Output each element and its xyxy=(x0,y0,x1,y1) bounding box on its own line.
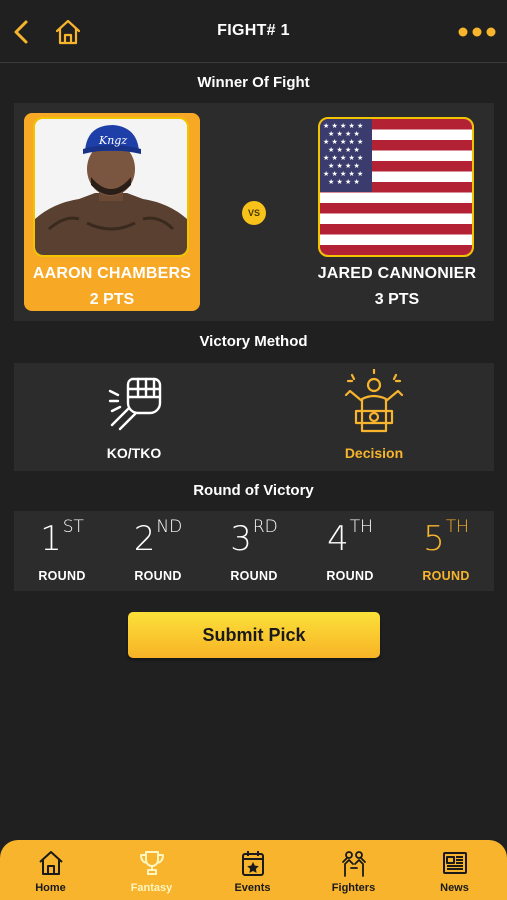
svg-text:★ ★ ★ ★: ★ ★ ★ ★ xyxy=(328,178,360,186)
winner-section-title: Winner Of Fight xyxy=(197,74,310,91)
round-number: 1ST xyxy=(40,517,84,559)
trophy-icon xyxy=(140,851,164,875)
method-option-ko-tko[interactable]: KO/TKO xyxy=(14,363,254,471)
tab-events[interactable]: Events xyxy=(202,840,303,900)
round-option-2[interactable]: 2ND ROUND xyxy=(110,511,206,591)
fighter-card-aaron-chambers[interactable]: Kngz AARON CHAMBERS 2 PTS xyxy=(24,113,200,311)
svg-text:★ ★ ★ ★ ★: ★ ★ ★ ★ ★ xyxy=(323,154,363,162)
fighter-photo: Kngz xyxy=(33,117,189,257)
tab-label: Fantasy xyxy=(130,882,173,894)
page-title: FIGHT# 1 xyxy=(217,22,290,39)
tab-news[interactable]: News xyxy=(404,840,505,900)
top-bar: FIGHT# 1 xyxy=(0,0,507,63)
tab-label: News xyxy=(440,882,469,894)
more-button[interactable] xyxy=(456,14,498,50)
round-label: ROUND xyxy=(38,569,86,583)
fighter-points: 3 PTS xyxy=(374,291,420,308)
more-horizontal-icon xyxy=(458,27,496,37)
round-option-4[interactable]: 4TH ROUND xyxy=(302,511,398,591)
round-label: ROUND xyxy=(134,569,182,583)
submit-pick-button[interactable]: Submit Pick xyxy=(128,612,380,658)
home-icon xyxy=(39,851,63,875)
fighter-card-jared-cannonier[interactable]: ★ ★ ★ ★ ★ ★ ★ ★ ★ ★ ★ ★ ★ ★ ★ ★ ★ ★ ★ ★ ★ … xyxy=(309,113,485,311)
calendar-icon xyxy=(242,851,264,876)
fighter-points: 2 PTS xyxy=(89,291,135,308)
svg-text:★ ★ ★ ★ ★: ★ ★ ★ ★ ★ xyxy=(323,138,363,146)
round-number: 5TH xyxy=(423,517,469,559)
tab-label: Fighters xyxy=(331,882,376,894)
round-label: ROUND xyxy=(230,569,278,583)
us-flag: ★ ★ ★ ★ ★ ★ ★ ★ ★ ★ ★ ★ ★ ★ ★ ★ ★ ★ ★ ★ ★ … xyxy=(318,117,474,257)
vs-badge: VS xyxy=(242,201,266,225)
fighter-name: AARON CHAMBERS xyxy=(32,265,192,282)
round-label: ROUND xyxy=(422,569,470,583)
tab-fantasy[interactable]: Fantasy xyxy=(101,840,202,900)
winner-panel: Kngz AARON CHAMBERS 2 PTS VS ★ ★ ★ ★ ★ ★ … xyxy=(14,103,494,321)
bottom-tab-bar: Home Fantasy Events Fighters News xyxy=(0,840,507,900)
fist-icon xyxy=(108,377,162,431)
svg-text:★ ★ ★ ★: ★ ★ ★ ★ xyxy=(328,130,360,138)
svg-text:★ ★ ★ ★ ★: ★ ★ ★ ★ ★ xyxy=(323,122,363,130)
svg-text:Kngz: Kngz xyxy=(98,134,127,147)
round-number: 3RD xyxy=(230,517,278,559)
method-label: Decision xyxy=(344,445,404,461)
round-section-title: Round of Victory xyxy=(193,482,314,499)
newspaper-icon xyxy=(443,852,467,874)
round-label: ROUND xyxy=(326,569,374,583)
fighter-name: JARED CANNONIER xyxy=(317,265,477,282)
tab-label: Home xyxy=(35,882,66,894)
victory-method-panel: KO/TKO Decision xyxy=(14,363,494,471)
fighters-icon xyxy=(342,851,366,877)
method-option-decision[interactable]: Decision xyxy=(254,363,494,471)
svg-text:★ ★ ★ ★: ★ ★ ★ ★ xyxy=(328,162,360,170)
round-panel: 1ST ROUND 2ND ROUND 3RD ROUND 4TH ROUND … xyxy=(14,511,494,591)
method-label: KO/TKO xyxy=(106,445,162,461)
svg-text:★ ★ ★ ★ ★: ★ ★ ★ ★ ★ xyxy=(323,170,363,178)
round-option-5[interactable]: 5TH ROUND xyxy=(398,511,494,591)
champion-belt-icon xyxy=(344,369,404,433)
victory-method-title: Victory Method xyxy=(199,333,308,350)
round-option-3[interactable]: 3RD ROUND xyxy=(206,511,302,591)
round-option-1[interactable]: 1ST ROUND xyxy=(14,511,110,591)
svg-text:★ ★ ★ ★: ★ ★ ★ ★ xyxy=(328,146,360,154)
round-number: 2ND xyxy=(133,517,183,559)
tab-home[interactable]: Home xyxy=(0,840,101,900)
tab-label: Events xyxy=(234,882,271,894)
tab-fighters[interactable]: Fighters xyxy=(303,840,404,900)
round-number: 4TH xyxy=(327,517,373,559)
